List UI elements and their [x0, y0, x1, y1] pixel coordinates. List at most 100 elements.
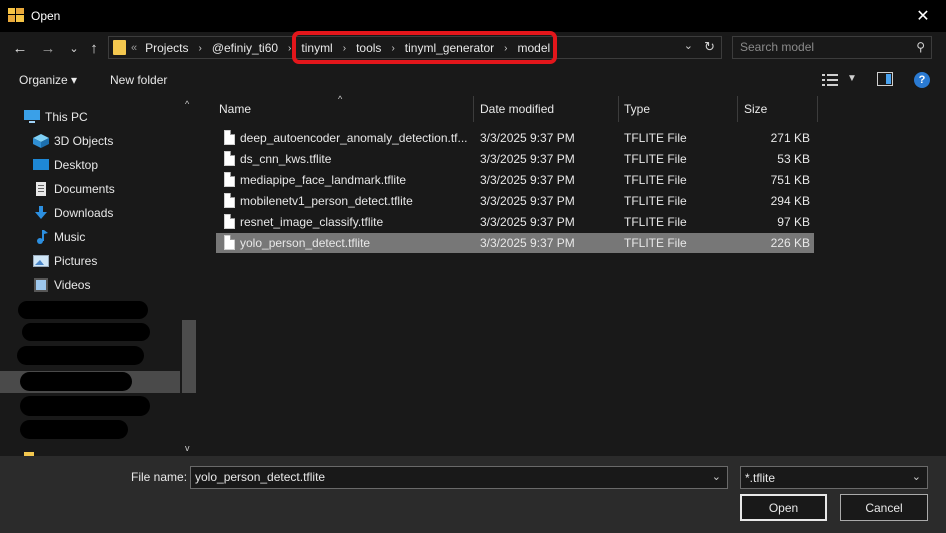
chevron-down-icon[interactable]: ⌄ — [712, 470, 721, 483]
file-name: ds_cnn_kws.tflite — [240, 152, 332, 166]
file-date: 3/3/2025 9:37 PM — [480, 194, 575, 208]
breadcrumb-efiniy[interactable]: @efiniy_ti60 — [212, 41, 278, 55]
breadcrumb-tinyml-generator[interactable]: tinyml_generator — [405, 41, 494, 55]
file-date: 3/3/2025 9:37 PM — [480, 152, 575, 166]
file-icon — [224, 235, 235, 250]
help-icon[interactable]: ? — [914, 72, 930, 88]
search-box[interactable]: ⚲ — [732, 36, 932, 59]
forward-button[interactable]: → — [38, 38, 58, 58]
address-dropdown-icon[interactable]: ⌄ — [684, 39, 693, 52]
column-header-size[interactable]: Size — [744, 96, 816, 122]
breadcrumb-tinyml[interactable]: tinyml — [301, 41, 332, 55]
column-header-date[interactable]: Date modified — [480, 96, 618, 122]
organize-button[interactable]: Organize ▾ — [19, 73, 77, 87]
desktop-icon — [33, 159, 49, 170]
refresh-icon[interactable]: ↻ — [704, 39, 715, 55]
column-divider[interactable] — [473, 96, 474, 122]
window-title: Open — [31, 9, 61, 23]
column-header-name[interactable]: Name — [219, 96, 473, 122]
new-folder-button[interactable]: New folder — [110, 73, 167, 87]
preview-pane-icon[interactable] — [877, 72, 893, 86]
breadcrumb-separator-icon[interactable]: › — [288, 43, 291, 54]
file-name: deep_autoencoder_anomaly_detection.tf... — [240, 131, 468, 145]
table-row[interactable]: deep_autoencoder_anomaly_detection.tf...… — [216, 128, 814, 148]
pc-icon — [24, 110, 40, 123]
breadcrumb-separator-icon[interactable]: › — [343, 43, 346, 54]
breadcrumb-separator-icon[interactable]: › — [504, 43, 507, 54]
breadcrumb-tools[interactable]: tools — [356, 41, 381, 55]
file-name-input[interactable] — [195, 470, 695, 484]
chevron-down-icon: ⌄ — [69, 42, 79, 55]
search-icon[interactable]: ⚲ — [916, 40, 925, 54]
sidebar-item-3d-objects[interactable]: 3D Objects — [33, 130, 113, 152]
search-input[interactable] — [740, 40, 910, 54]
column-divider[interactable] — [817, 96, 818, 122]
arrow-up-icon: ↑ — [90, 39, 98, 57]
scrollbar-thumb[interactable] — [182, 320, 196, 393]
file-name: mobilenetv1_person_detect.tflite — [240, 194, 413, 208]
sidebar-item-downloads[interactable]: Downloads — [33, 202, 113, 224]
file-type: TFLITE File — [624, 236, 687, 250]
close-icon: ✕ — [916, 8, 930, 25]
recent-locations-button[interactable]: ⌄ — [64, 38, 84, 58]
documents-icon — [36, 182, 46, 196]
file-type: TFLITE File — [624, 215, 687, 229]
close-button[interactable]: ✕ — [900, 0, 946, 32]
table-row[interactable]: mediapipe_face_landmark.tflite 3/3/2025 … — [216, 170, 814, 190]
breadcrumb-model[interactable]: model — [518, 41, 551, 55]
sidebar-item-label: Documents — [54, 182, 115, 196]
file-date: 3/3/2025 9:37 PM — [480, 131, 575, 145]
breadcrumb-projects[interactable]: Projects — [145, 41, 188, 55]
sidebar-item-this-pc[interactable]: This PC — [24, 106, 88, 128]
up-button[interactable]: ↑ — [84, 38, 104, 58]
address-bar[interactable]: « Projects › @efiniy_ti60 › tinyml › too… — [108, 36, 722, 59]
breadcrumb-separator-icon[interactable]: › — [198, 43, 201, 54]
sidebar-item-desktop[interactable]: Desktop — [33, 154, 98, 176]
file-size: 751 KB — [770, 173, 810, 187]
sidebar-item-music[interactable]: Music — [33, 226, 85, 248]
sidebar-item-label: This PC — [45, 110, 88, 124]
file-name: mediapipe_face_landmark.tflite — [240, 173, 407, 187]
view-options-icon[interactable] — [822, 73, 838, 87]
file-icon — [224, 172, 235, 187]
sidebar-item-label: Videos — [54, 278, 91, 292]
back-button[interactable]: ← — [10, 38, 30, 58]
title-bar: Open ✕ — [0, 0, 946, 32]
table-row[interactable]: ds_cnn_kws.tflite 3/3/2025 9:37 PM TFLIT… — [216, 149, 814, 169]
navigation-scrollbar[interactable]: ^ v — [180, 96, 198, 456]
folder-icon — [113, 40, 126, 55]
breadcrumb-overflow[interactable]: « — [131, 42, 137, 54]
breadcrumb: « Projects › @efiniy_ti60 › tinyml › too… — [131, 41, 550, 55]
sidebar-item-videos[interactable]: Videos — [33, 274, 90, 296]
sidebar-item-label: Downloads — [54, 206, 114, 220]
sidebar-item-label: Pictures — [54, 254, 98, 268]
column-divider[interactable] — [737, 96, 738, 122]
chevron-down-icon[interactable]: ⌄ — [912, 470, 921, 483]
scroll-down-icon[interactable]: v — [185, 443, 190, 453]
sidebar-item-pictures[interactable]: Pictures — [33, 250, 97, 272]
redacted-item — [18, 301, 148, 319]
open-button[interactable]: Open — [740, 494, 827, 521]
videos-icon — [34, 278, 48, 292]
file-size: 226 KB — [770, 236, 810, 250]
cancel-button[interactable]: Cancel — [840, 494, 928, 521]
sidebar-item-documents[interactable]: Documents — [33, 178, 115, 200]
file-type-filter[interactable]: *.tflite ⌄ — [740, 466, 928, 489]
file-date: 3/3/2025 9:37 PM — [480, 236, 575, 250]
column-header-type[interactable]: Type — [624, 96, 736, 122]
table-row[interactable]: mobilenetv1_person_detect.tflite 3/3/202… — [216, 191, 814, 211]
column-divider[interactable] — [618, 96, 619, 122]
file-name-combobox[interactable]: ⌄ — [190, 466, 728, 489]
column-header-label: Type — [624, 102, 651, 116]
navigation-pane: This PC 3D Objects Desktop Documents Dow… — [0, 96, 200, 456]
music-icon — [37, 230, 48, 244]
scroll-up-icon[interactable]: ^ — [185, 99, 189, 109]
table-row-selected[interactable]: yolo_person_detect.tflite 3/3/2025 9:37 … — [216, 233, 814, 253]
view-dropdown-icon[interactable]: ▼ — [847, 73, 857, 84]
file-list: ^ Name Date modified Type Size deep_auto… — [200, 94, 946, 456]
table-row[interactable]: resnet_image_classify.tflite 3/3/2025 9:… — [216, 212, 814, 232]
arrow-right-icon: → — [40, 39, 56, 57]
file-type: TFLITE File — [624, 131, 687, 145]
breadcrumb-separator-icon[interactable]: › — [391, 43, 394, 54]
redacted-item — [17, 346, 144, 365]
